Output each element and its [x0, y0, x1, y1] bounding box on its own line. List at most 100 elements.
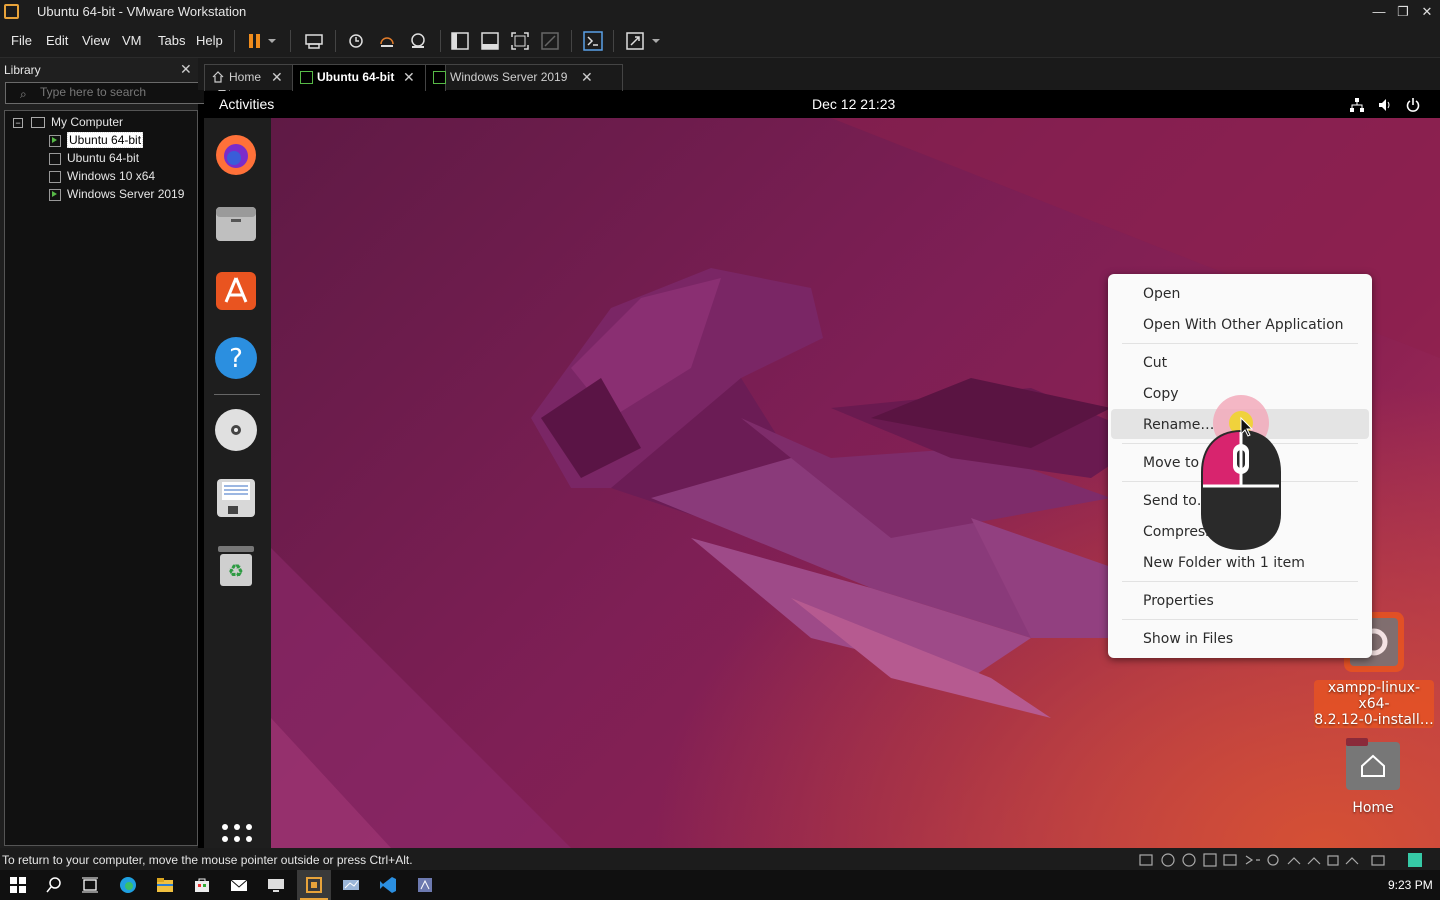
tree-item-label: Ubuntu 64-bit: [67, 132, 144, 148]
network-icon[interactable]: [1349, 97, 1365, 113]
toolbar-divider: [234, 30, 235, 52]
chevron-down-icon[interactable]: [650, 30, 662, 52]
console-view-icon[interactable]: [582, 30, 604, 52]
help-icon[interactable]: ?: [214, 336, 258, 380]
home-folder-icon[interactable]: [1344, 736, 1402, 794]
tree-item-vm[interactable]: Windows 10 x64: [49, 168, 155, 184]
dock-separator: [214, 394, 260, 395]
search-icon[interactable]: [45, 876, 63, 894]
clock[interactable]: Dec 12 21:23: [812, 96, 895, 112]
show-library-icon[interactable]: [449, 30, 471, 52]
vm-icon: [49, 152, 61, 165]
minimize-button[interactable]: —: [1369, 2, 1389, 22]
tree-item-vm[interactable]: Windows Server 2019: [49, 186, 184, 202]
tab-label: Windows Server 2019: [450, 70, 568, 84]
tree-item-label: Windows 10 x64: [67, 169, 156, 183]
tool-app-icon[interactable]: [416, 876, 434, 894]
close-tab-button[interactable]: ✕: [403, 65, 415, 89]
menu-item-new-folder[interactable]: New Folder with 1 item: [1143, 555, 1305, 571]
vmware-app-icon: [4, 4, 19, 19]
trash-icon[interactable]: ♻: [214, 544, 258, 588]
volume-icon[interactable]: [1377, 97, 1393, 113]
network-app-icon[interactable]: [342, 876, 360, 894]
chevron-down-icon[interactable]: [266, 30, 278, 52]
windows-start-icon[interactable]: [9, 876, 27, 894]
edge-icon[interactable]: [119, 876, 137, 894]
menu-item-open-with[interactable]: Open With Other Application: [1143, 317, 1344, 333]
close-tab-button[interactable]: ✕: [271, 65, 283, 89]
toolbar-divider: [613, 30, 614, 52]
disc-icon[interactable]: [214, 408, 258, 452]
vm-icon: [49, 170, 61, 183]
firefox-icon[interactable]: [214, 133, 258, 177]
task-view-icon[interactable]: [81, 876, 99, 894]
ubuntu-dock: ? ♻: [204, 118, 271, 848]
tree-item-vm[interactable]: Ubuntu 64-bit: [49, 132, 144, 148]
library-search-input[interactable]: ⌕ Type here to search: [5, 82, 230, 104]
tree-item-label: Ubuntu 64-bit: [67, 151, 140, 165]
file-explorer-icon[interactable]: [156, 876, 174, 894]
send-ctrl-alt-del-icon[interactable]: [303, 30, 325, 52]
show-apps-icon[interactable]: [221, 823, 253, 848]
show-thumbnail-bar-icon[interactable]: [479, 30, 501, 52]
software-icon[interactable]: [214, 268, 258, 312]
close-tab-button[interactable]: ✕: [581, 65, 593, 89]
collapse-icon[interactable]: −: [13, 117, 23, 128]
unity-icon[interactable]: [539, 30, 561, 52]
menu-item-properties[interactable]: Properties: [1143, 593, 1214, 609]
close-library-button[interactable]: ✕: [180, 61, 192, 78]
close-window-button[interactable]: ✕: [1417, 2, 1437, 22]
vmware-taskbar-icon[interactable]: [305, 876, 323, 894]
snapshot-manager-icon[interactable]: [407, 30, 429, 52]
gnome-top-bar: Activities Dec 12 21:23: [204, 91, 1440, 118]
full-screen-icon[interactable]: [509, 30, 531, 52]
library-tree: − My Computer Ubuntu 64-bit Ubuntu 64-bit…: [4, 110, 198, 846]
menu-edit[interactable]: Edit: [46, 33, 68, 48]
tab-label: Home: [229, 70, 262, 84]
menu-vm[interactable]: VM: [122, 33, 142, 48]
menu-item-open[interactable]: Open: [1143, 286, 1180, 302]
taskbar-clock[interactable]: 9:23 PM: [1388, 878, 1433, 892]
menu-item-cut[interactable]: Cut: [1143, 355, 1167, 371]
title-bar: Ubuntu 64-bit - VMware Workstation — ❐ ✕: [0, 0, 1440, 24]
activities-button[interactable]: Activities: [219, 96, 274, 112]
menu-item-copy[interactable]: Copy: [1143, 386, 1179, 402]
toolbar-divider: [571, 30, 572, 52]
device-status-icons[interactable]: [1138, 852, 1438, 868]
snapshot-icon[interactable]: [345, 30, 367, 52]
vm-running-icon: [433, 71, 446, 84]
menu-view[interactable]: View: [82, 33, 110, 48]
tab-bar: Home ✕ Ubuntu 64-bit ✕ Windows Server 20…: [198, 58, 1440, 91]
tab-ubuntu[interactable]: Ubuntu 64-bit ✕: [292, 64, 446, 91]
tab-windows-server[interactable]: Windows Server 2019 ✕: [425, 64, 623, 91]
restore-button[interactable]: ❐: [1393, 2, 1413, 22]
menu-file[interactable]: File: [11, 33, 32, 48]
pause-icon[interactable]: [245, 30, 267, 52]
menu-bar: File Edit View VM Tabs Help: [0, 24, 1440, 58]
file-label-line-2: 8.2.12-0-install…: [1314, 712, 1434, 728]
vscode-icon[interactable]: [379, 876, 397, 894]
svg-text:♻: ♻: [228, 561, 244, 582]
store-icon[interactable]: [193, 876, 211, 894]
mail-icon[interactable]: [230, 876, 248, 894]
menu-separator: [1122, 343, 1358, 344]
menu-help[interactable]: Help: [196, 33, 223, 48]
search-placeholder: Type here to search: [40, 85, 147, 99]
vm-running-icon: [49, 134, 61, 147]
status-text: To return to your computer, move the mou…: [2, 853, 413, 867]
revert-snapshot-icon[interactable]: [376, 30, 398, 52]
vm-running-icon: [300, 71, 313, 84]
tab-label: Ubuntu 64-bit: [317, 70, 395, 84]
floppy-icon[interactable]: [214, 476, 258, 520]
tree-root[interactable]: − My Computer: [13, 114, 123, 130]
files-icon[interactable]: [214, 201, 258, 245]
remote-desktop-icon[interactable]: [267, 876, 285, 894]
home-folder-label[interactable]: Home: [1333, 800, 1413, 816]
power-icon[interactable]: [1405, 97, 1421, 113]
xampp-file-label[interactable]: xampp-linux-x64- 8.2.12-0-install…: [1314, 680, 1434, 728]
mouse-click-overlay-icon: [1201, 395, 1281, 550]
stretch-guest-icon[interactable]: [624, 30, 646, 52]
menu-item-show-in-files[interactable]: Show in Files: [1143, 631, 1233, 647]
menu-tabs[interactable]: Tabs: [158, 33, 185, 48]
tree-item-vm[interactable]: Ubuntu 64-bit: [49, 150, 139, 166]
